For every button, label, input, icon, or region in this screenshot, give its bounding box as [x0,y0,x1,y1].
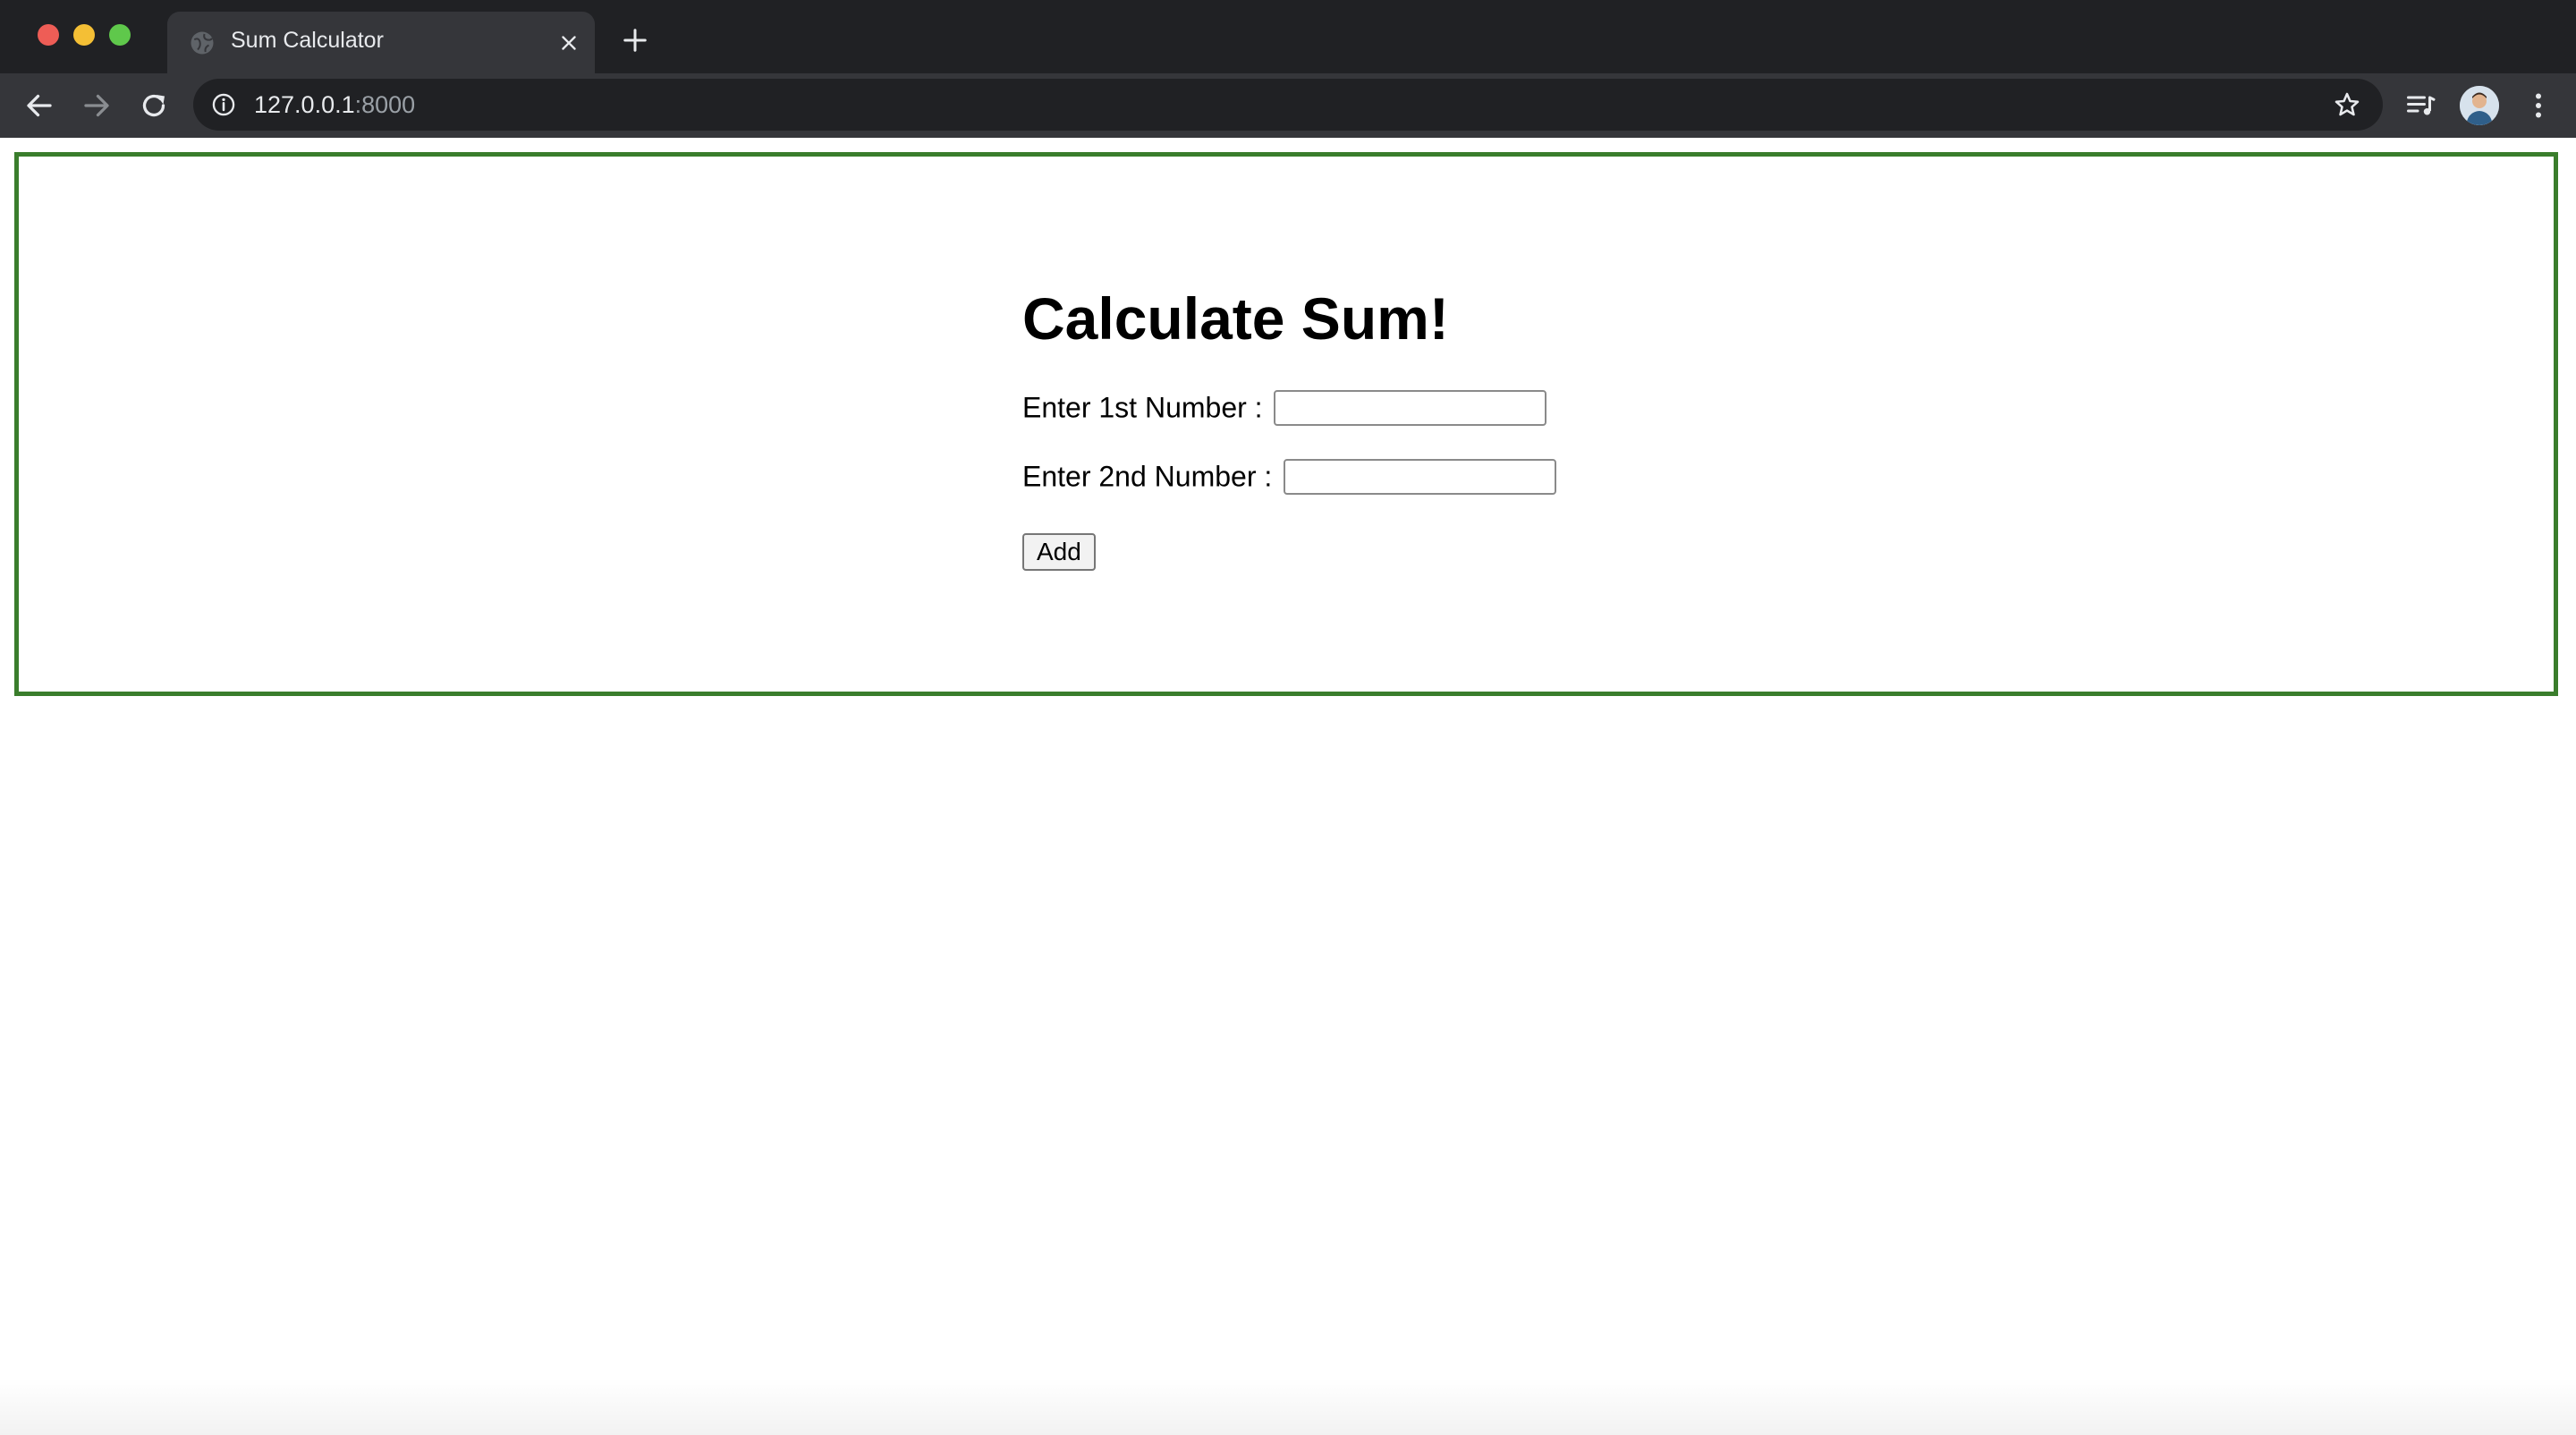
reload-icon[interactable] [138,89,170,122]
second-number-row: Enter 2nd Number : [1022,459,1556,495]
tab-sum-calculator[interactable]: Sum Calculator [167,12,595,73]
globe-icon [191,31,214,55]
add-button[interactable]: Add [1022,533,1096,571]
bottom-shadow [0,1378,2576,1435]
browser-chrome: Sum Calculator 127.0.0.1:8000 [0,0,2576,138]
plus-icon[interactable] [622,27,648,54]
page-title: Calculate Sum! [1022,285,1449,352]
avatar[interactable] [2460,86,2499,125]
media-queue-icon[interactable] [2404,89,2436,122]
address-bar[interactable]: 127.0.0.1:8000 [193,79,2383,131]
avatar-icon [2460,86,2499,125]
tab-title: Sum Calculator [231,28,384,53]
close-icon[interactable] [557,31,580,55]
url-host: 127.0.0.1 [254,91,355,118]
first-number-input[interactable] [1274,390,1546,426]
url-port: :8000 [354,91,416,118]
browser-toolbar: 127.0.0.1:8000 [0,73,2576,138]
minimize-window-button[interactable] [73,24,95,46]
first-number-label: Enter 1st Number : [1022,391,1263,424]
first-number-row: Enter 1st Number : [1022,390,1546,426]
tab-strip: Sum Calculator [0,0,2576,73]
arrow-right-icon[interactable] [80,89,113,122]
arrow-left-icon[interactable] [23,89,55,122]
info-icon[interactable] [211,92,236,117]
kebab-menu-icon[interactable] [2522,89,2555,122]
close-window-button[interactable] [38,24,59,46]
maximize-window-button[interactable] [109,24,131,46]
second-number-input[interactable] [1283,459,1556,495]
url-text: 127.0.0.1:8000 [254,91,415,119]
second-number-label: Enter 2nd Number : [1022,460,1273,493]
star-icon[interactable] [2333,90,2361,119]
